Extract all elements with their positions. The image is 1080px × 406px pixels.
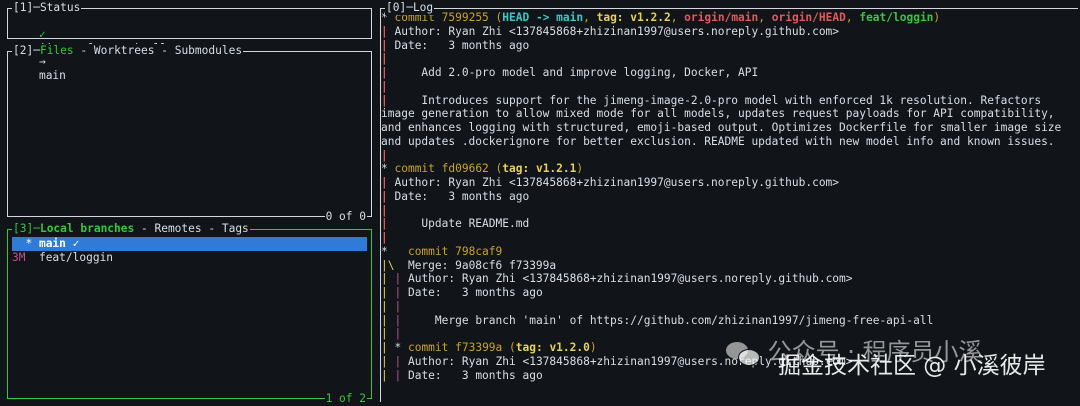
files-panel-title: [2]─Files - Worktrees - Submodules (12, 44, 244, 58)
wechat-icon (726, 340, 760, 366)
log-commit-line[interactable]: * commit 798caf9 (381, 245, 1078, 259)
commit-subject: Add 2.0-pro model and improve logging, D… (394, 66, 759, 79)
commit-subject: Merge branch 'main' of https://github.co… (407, 313, 934, 327)
tag-ref: tag: v1.2.0 (515, 341, 590, 354)
files-panel-number: [2]─ (13, 44, 40, 57)
ref-sep: , (758, 11, 772, 24)
tag-ref: tag: v1.2.1 (502, 162, 577, 176)
commit-author: Author: Ryan Zhi <137845868+zhizinan1997… (394, 24, 840, 38)
branch-marker: * (12, 237, 39, 250)
commit-merge: Merge: 9a08cf6 f73399a (407, 258, 557, 272)
tab-local-branches[interactable]: Local branches (40, 222, 134, 235)
graph-node: * (394, 341, 408, 354)
commit-hash: 7599255 (441, 11, 489, 24)
graph-node: * (381, 162, 395, 176)
commit-author: Author: Ryan Zhi <137845868+zhizinan1997… (394, 176, 840, 189)
ref-paren: ) (589, 341, 597, 354)
commit-label: commit (394, 162, 442, 176)
tab-submodules[interactable]: Submodules (175, 44, 242, 57)
tag-ref: tag: v1.2.2 (596, 11, 671, 24)
branches-panel[interactable]: [3]─Local branches - Remotes - Tags * ma… (7, 222, 372, 406)
ref-paren: ) (933, 11, 941, 24)
tab-remotes[interactable]: Remotes (154, 222, 201, 235)
commit-date: Date: 3 months ago (407, 286, 543, 299)
graph-node: * (381, 244, 408, 258)
ref-sep: , (845, 11, 860, 24)
commit-date: Date: 3 months ago (394, 189, 530, 203)
ref-paren: ( (488, 11, 503, 24)
branch-status-badge: 3M (12, 250, 39, 264)
ref-paren: ( (502, 341, 516, 354)
remote-ref: origin/HEAD (771, 11, 846, 24)
ref-sep: , (670, 11, 685, 24)
commit-label: commit (407, 244, 456, 258)
tab-tags[interactable]: Tags (222, 222, 249, 235)
commit-body: Introduces support for the jimeng-image-… (381, 93, 1069, 148)
juejin-watermark: 掘金技术社区 @ 小溪彼岸 (778, 353, 1046, 379)
branch-item-feat-loggin[interactable]: 3M feat/loggin (8, 251, 371, 265)
log-commit-line[interactable]: * commit 7599255 (HEAD -> main, tag: v1.… (381, 11, 1078, 25)
branches-count: 1 of 2 (324, 392, 367, 406)
branch-ref: feat/loggin (859, 11, 934, 24)
ref-paren: ) (576, 162, 584, 176)
branch-item-main[interactable]: * main ✓ (12, 237, 367, 251)
commit-author: Author: Ryan Zhi <137845868+zhizinan1997… (407, 272, 853, 286)
ref-sep: , (583, 11, 597, 24)
branches-panel-title: [3]─Local branches - Remotes - Tags (12, 222, 250, 236)
branch-name: feat/loggin (38, 250, 114, 264)
head-ref: HEAD -> main (502, 11, 584, 24)
log-content: * commit 7599255 (HEAD -> main, tag: v1.… (381, 9, 1078, 382)
log-panel-title: [0]─Log (385, 1, 435, 15)
log-commit-line[interactable]: * commit fd09662 (tag: v1.2.1) (381, 162, 1078, 176)
graph-merge: |\ (381, 258, 408, 272)
log-author-line: | Author: Ryan Zhi <137845868+zhizinan19… (381, 24, 840, 38)
commit-hash: fd09662 (441, 162, 489, 176)
check-icon: ✓ (38, 27, 46, 41)
tab-worktrees[interactable]: Worktrees (94, 44, 155, 57)
tab-separator: - (154, 44, 175, 57)
ref-paren: ( (488, 162, 503, 176)
commit-hash: 798caf9 (455, 244, 503, 258)
log-subject-line: | Add 2.0-pro model and improve logging,… (381, 66, 759, 79)
tab-separator: - (134, 222, 155, 235)
files-count: 0 of 0 (324, 210, 367, 224)
tab-separator: - (201, 222, 222, 235)
commit-label: commit (407, 341, 456, 354)
tab-files[interactable]: Files (40, 44, 74, 57)
commit-date: Date: 3 months ago (407, 368, 543, 382)
commit-date: Date: 3 months ago (394, 38, 530, 52)
status-panel[interactable]: [1]─Status ✓ jimeng-free-api-all → main (7, 1, 372, 82)
log-body-text: | Introduces support for the jimeng-imag… (381, 93, 1069, 148)
status-panel-title: [1]─Status (12, 1, 82, 15)
commit-subject: Update README.md (394, 217, 530, 231)
remote-ref: origin/main (684, 11, 759, 24)
log-date-line: | Date: 3 months ago (381, 38, 530, 52)
files-panel[interactable]: [2]─Files - Worktrees - Submodules 0 of … (7, 44, 372, 224)
commit-hash: f73399a (455, 341, 503, 354)
branches-panel-number: [3]─ (13, 222, 40, 235)
branch-name: main ✓ (38, 237, 80, 250)
tab-separator: - (73, 44, 94, 57)
